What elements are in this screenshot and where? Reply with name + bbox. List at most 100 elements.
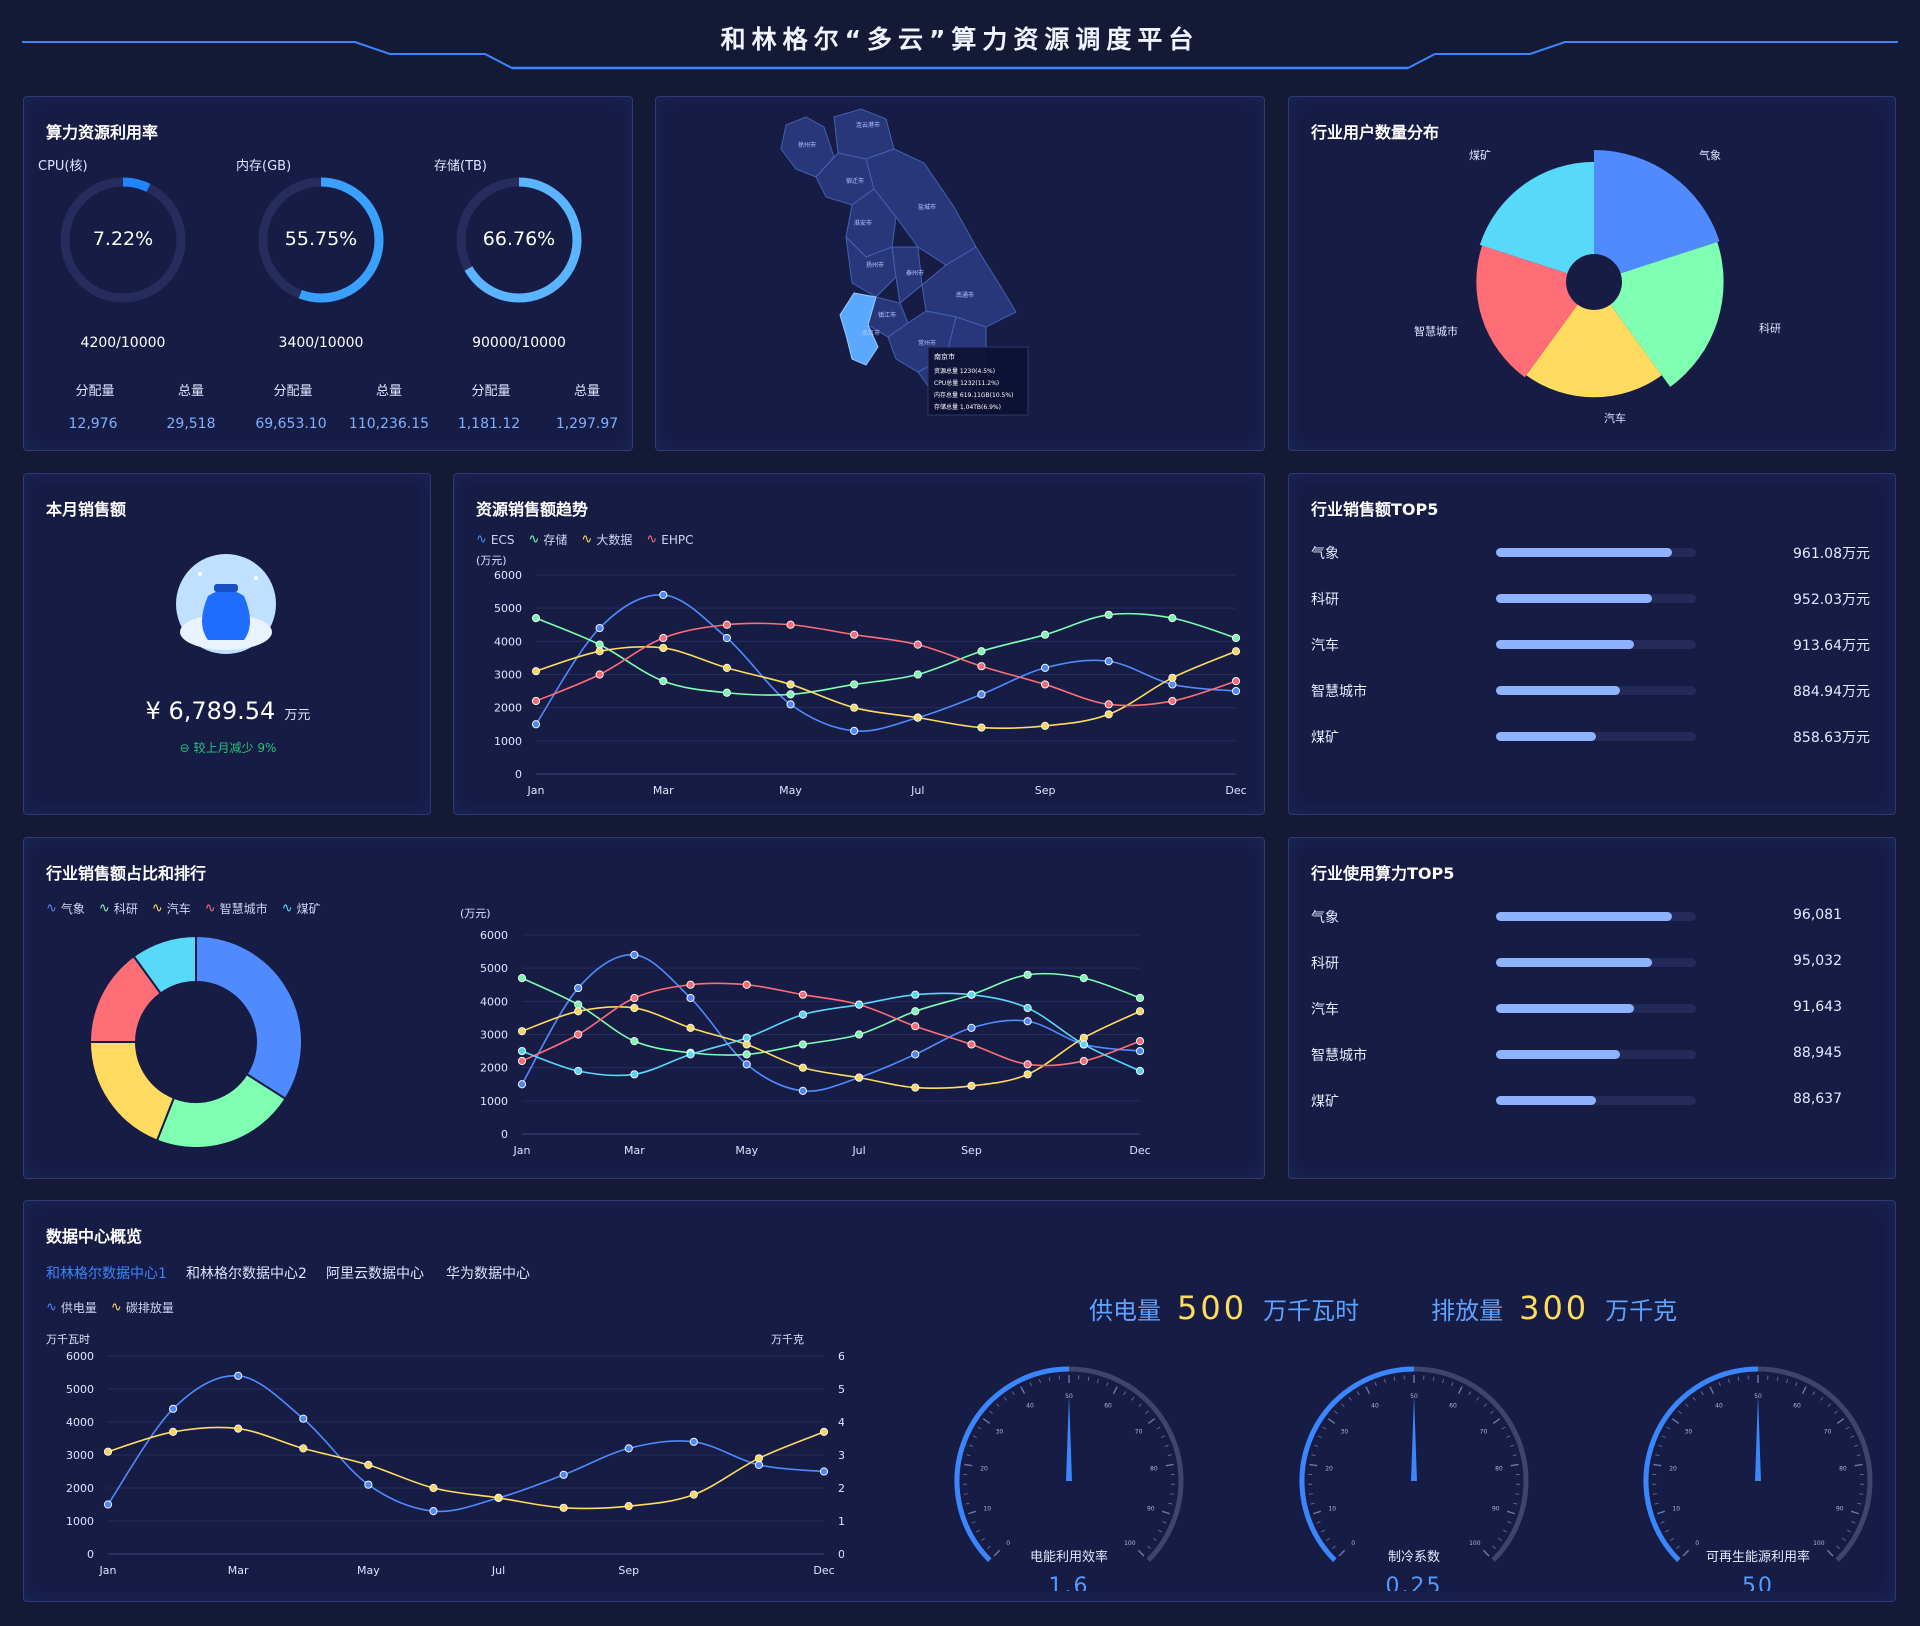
gauge-tick: [1327, 1418, 1336, 1424]
supply-unit: 万千瓦时: [1263, 1297, 1360, 1325]
gauge-tick: [1468, 1391, 1472, 1396]
series-point: [913, 670, 922, 679]
gauge-tick: [972, 1435, 977, 1438]
trend-unit: (万元): [476, 554, 507, 567]
map-city-label: 镇江市: [878, 311, 896, 319]
top5-value: 913.64万元: [1793, 638, 1870, 654]
gauge-tick: [1842, 1538, 1846, 1541]
series-point: [742, 1050, 751, 1059]
top5-value: 95,032: [1793, 953, 1842, 969]
series-point: [1023, 970, 1032, 979]
y-tick-label: 4000: [66, 1416, 94, 1429]
gauge-tick: [1507, 1521, 1512, 1524]
gauges: 0102030405060708090100电能利用效率1.6010203040…: [954, 1366, 1873, 1591]
series-point: [1040, 721, 1050, 731]
ratio-unit: (万元): [460, 907, 491, 920]
gauge-tick: [993, 1549, 1001, 1557]
series-point: [168, 1404, 178, 1413]
gauge-tick: [963, 1493, 968, 1495]
gauge-tick: [996, 1403, 1000, 1407]
gauge-tick: [1167, 1454, 1172, 1457]
gauge-tick: [987, 1545, 991, 1549]
y-tick-label: 6000: [66, 1350, 94, 1363]
gauge-tick: [1718, 1382, 1721, 1387]
series-point: [722, 620, 732, 629]
series-point: [1104, 710, 1113, 719]
gauge-tick: [1106, 1382, 1109, 1387]
rose-label: 煤矿: [1469, 149, 1491, 162]
series-point: [850, 726, 859, 735]
series-point: [659, 677, 668, 686]
series-point: [967, 1081, 976, 1091]
series-point: [429, 1483, 438, 1493]
series-point: [299, 1414, 308, 1423]
map-city-label: 盐城市: [918, 203, 936, 211]
rose-label: 气象: [1699, 148, 1721, 162]
gauge-tick: [1812, 1391, 1816, 1396]
page-title: 和林格尔“多云”算力资源调度平台: [720, 25, 1200, 54]
x-tick-label: May: [357, 1564, 380, 1577]
series-point: [574, 1066, 583, 1076]
gauge-tick: [1029, 1382, 1032, 1387]
top5-bar-fill: [1496, 912, 1672, 921]
gauge-tick: [1501, 1426, 1506, 1430]
series-point: [1168, 680, 1177, 689]
y-tick-label: 6000: [494, 569, 522, 582]
series-point: [630, 1003, 639, 1013]
gauge-tick: [1652, 1493, 1657, 1495]
gauge-tick-label: 90: [1492, 1506, 1500, 1513]
map-city-label: 淮安市: [854, 219, 872, 227]
trend-panel: 资源销售额趋势 ∿ ECS ∿ 存储 ∿ 大数据 ∿ EHPC (万元) 0 1000 2000 30…: [453, 473, 1265, 815]
gauge-tick: [1786, 1379, 1788, 1384]
gauge-value: 0.25: [1386, 1574, 1443, 1591]
util-alloc-value: 69,653.10: [255, 416, 327, 432]
series-point: [911, 1007, 920, 1016]
top5-name: 汽车: [1311, 638, 1339, 654]
series-point: [1231, 686, 1241, 696]
util-percent: 7.22%: [92, 228, 154, 250]
gauge-tick: [1147, 1545, 1151, 1549]
industry-users-chart: 气象科研汽车 智慧城市 煤矿: [1414, 148, 1781, 425]
gauge-needle: [1411, 1395, 1417, 1481]
gauge-tick: [1341, 1403, 1345, 1407]
series-point: [1231, 677, 1241, 686]
gauge-tick: [1164, 1444, 1169, 1447]
util-alloc-value: 1,181.12: [457, 416, 521, 432]
emission-value: 300: [1519, 1289, 1590, 1327]
series-point: [913, 713, 922, 722]
series-point: [686, 993, 695, 1003]
top5-row: 智慧城市 884.94万元: [1311, 679, 1871, 701]
gauge-tick: [1483, 1403, 1487, 1407]
series-line: [107, 1374, 825, 1513]
utilization-panel: 算力资源利用率 CPU(核) 7.22% 4200/10000 分配量 总量 12,976…: [23, 96, 633, 451]
gauge-tick-label: 70: [1480, 1428, 1488, 1435]
series-point: [1104, 610, 1113, 619]
top5-name: 煤矿: [1311, 730, 1339, 746]
gauge-tick: [1020, 1386, 1026, 1394]
x-tick-label: Sep: [961, 1144, 982, 1157]
series-point: [742, 1060, 751, 1069]
series-point: [854, 1030, 864, 1039]
gauge-label: 电能利用效率: [1030, 1549, 1108, 1565]
series-point: [1040, 680, 1050, 689]
series-point: [850, 630, 859, 639]
gauge-tick-label: 100: [1813, 1540, 1825, 1547]
series-point: [1168, 673, 1177, 682]
gauge-tick: [1338, 1549, 1346, 1557]
rose-label: 科研: [1759, 321, 1781, 335]
gauge-tick: [965, 1502, 970, 1505]
gauge-tick: [1515, 1493, 1520, 1495]
gauge-needle: [1066, 1395, 1072, 1481]
top5-sales-title: 行业销售额TOP5: [1311, 500, 1439, 519]
top5-bar-track: [1496, 1004, 1696, 1013]
gauge-tick-label: 40: [1026, 1402, 1034, 1409]
gauge-tick: [1311, 1454, 1316, 1457]
gauge-tick-label: 100: [1469, 1540, 1481, 1547]
gauge-tick: [981, 1538, 985, 1541]
gauge-tick: [1670, 1538, 1674, 1541]
x-tick-label: May: [779, 784, 802, 797]
top5-sales-panel: 行业销售额TOP5 气象 961.08万元 科研 952.03万元 汽车 913.64万元…: [1288, 473, 1896, 815]
industry-ratio-donut: [88, 934, 303, 1149]
series-point: [786, 700, 795, 709]
top5-bar-fill: [1496, 1004, 1634, 1013]
